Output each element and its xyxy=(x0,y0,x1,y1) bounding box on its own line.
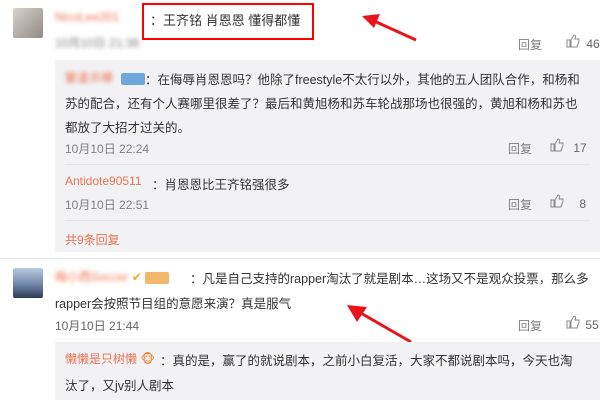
reply-item: 懒懒是只树懒 🐵 xyxy=(65,350,155,367)
reply-text-line: 苏的配合，还有个人赛哪里很差了？最后和黄旭杨和苏车轮战那场也很强的，黄旭和杨和苏… xyxy=(65,97,578,111)
reply-button[interactable]: 回复 xyxy=(508,140,532,157)
like-count: 55 xyxy=(585,318,599,332)
divider xyxy=(0,258,600,259)
divider xyxy=(65,164,590,165)
comment-username[interactable]: NicoLee201 xyxy=(55,10,119,24)
comment-time: 10月10日 21:38 xyxy=(55,36,140,50)
reply-button[interactable]: 回复 xyxy=(518,317,542,334)
reply-button[interactable]: 回复 xyxy=(518,36,542,53)
reply-username[interactable]: Antidote90511 xyxy=(65,174,142,188)
avatar[interactable] xyxy=(13,268,43,298)
reply-username[interactable]: 懒懒是只树懒 xyxy=(65,352,137,366)
avatar[interactable] xyxy=(13,8,43,38)
annotation-arrow xyxy=(347,305,412,344)
annotation-arrow xyxy=(362,14,417,42)
comment-username[interactable]: 梅小西Soccer xyxy=(55,270,128,284)
comment-text-line: rapper会按照节目组的意愿来演？真是服气 xyxy=(55,297,292,311)
comment-text-line: ：凡是自己支持的rapper淘汰了就是剧本…这场又不是观众投票，那么多 xyxy=(190,272,589,286)
vip-badge xyxy=(145,271,170,284)
reply-text: ：肖恩恩比王齐铭强很多 xyxy=(152,178,290,192)
like-count: 8 xyxy=(579,197,587,211)
comment-time: 10月10日 21:44 xyxy=(55,319,140,333)
reply-time: 10月10日 22:51 xyxy=(65,198,150,212)
reply-text-line: 汰了，又jv别人剧本 xyxy=(65,379,175,393)
reply-text-line: 都放了大招才过关的。 xyxy=(65,121,191,135)
verified-icon: ✔ xyxy=(131,270,142,284)
like-button[interactable]: 55 xyxy=(566,315,599,332)
thumb-up-icon xyxy=(566,34,580,48)
thumb-up-icon xyxy=(550,194,564,208)
like-button[interactable]: 46 xyxy=(566,34,600,51)
emoji-badge-icon: 🐵 xyxy=(140,352,155,366)
like-count: 46 xyxy=(586,37,600,51)
reply-button[interactable]: 回复 xyxy=(508,196,532,213)
reply-username[interactable]: 繁逢许棒 xyxy=(65,71,113,85)
like-button[interactable]: 8 xyxy=(550,194,586,211)
reply-item: 繁逢许棒 xyxy=(65,69,145,86)
thumb-up-icon xyxy=(566,315,580,329)
reply-time: 10月10日 22:24 xyxy=(65,142,150,156)
comment-text: ：王齐铭 肖恩恩 懂得都懂 xyxy=(150,13,301,28)
comment-username-row: 梅小西Soccer ✔ xyxy=(55,268,170,285)
reply-text-line: ：在侮辱肖恩恩吗？他除了freestyle不太行以外，其他的五人团队合作，和杨和 xyxy=(145,73,580,87)
thumb-up-icon xyxy=(550,138,564,152)
like-count: 17 xyxy=(573,141,587,155)
more-replies-link[interactable]: 共9条回复 xyxy=(65,231,120,248)
reply-text-line: ：真的是，赢了的就说剧本，之前小白复活，大家不都说剧本吗，今天也淘 xyxy=(160,354,573,368)
vip-badge xyxy=(120,72,145,85)
divider xyxy=(65,220,590,221)
like-button[interactable]: 17 xyxy=(550,138,587,155)
